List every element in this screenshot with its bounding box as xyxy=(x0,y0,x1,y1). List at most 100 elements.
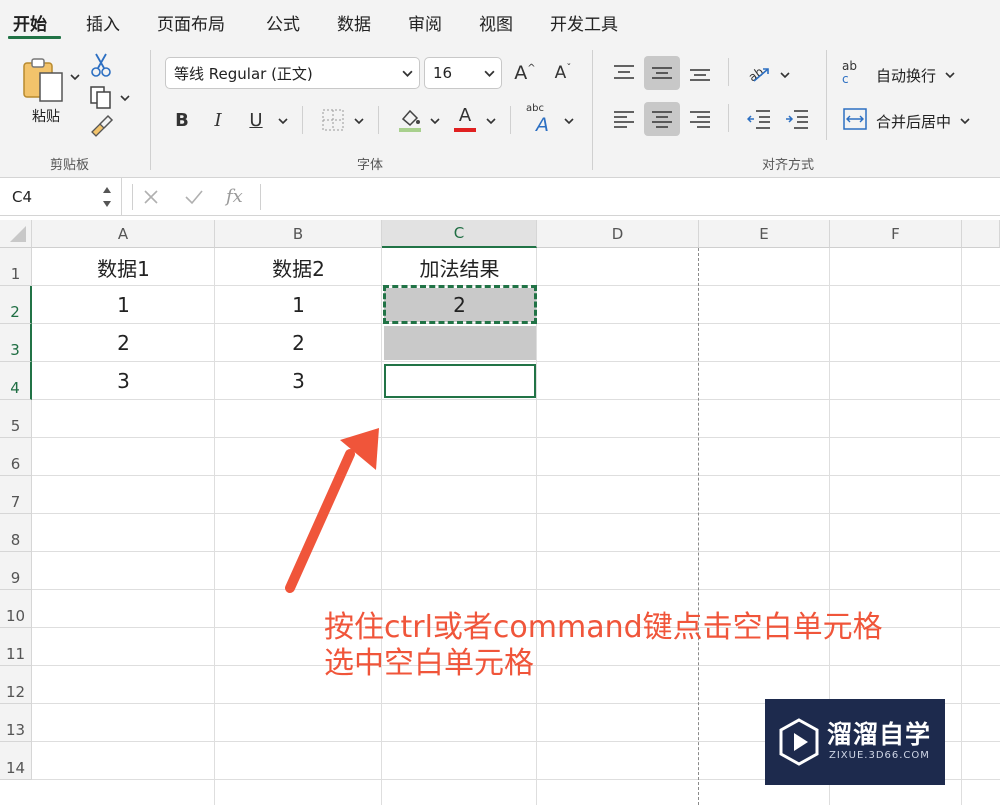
phonetic-guide-chevron-icon[interactable] xyxy=(564,116,574,126)
row-header-6[interactable]: 6 xyxy=(0,438,32,476)
row-header-12[interactable]: 12 xyxy=(0,666,32,704)
merge-center-icon[interactable] xyxy=(842,106,868,132)
cancel-icon[interactable] xyxy=(142,188,160,206)
align-bottom-icon[interactable] xyxy=(682,56,718,90)
paste-icon[interactable] xyxy=(18,54,68,106)
borders-icon[interactable] xyxy=(320,106,346,134)
paste-label[interactable]: 粘贴 xyxy=(32,106,60,126)
watermark: 溜溜自学 ZIXUE.3D66.COM xyxy=(765,699,945,785)
paste-options-chevron-icon[interactable] xyxy=(70,72,80,82)
font-color-swatch xyxy=(454,128,476,132)
increase-font-size-icon[interactable]: A ^ xyxy=(512,60,538,86)
cell-b4[interactable]: 3 xyxy=(215,362,382,400)
name-box-stepper-icon[interactable] xyxy=(100,182,114,212)
phonetic-guide-icon[interactable]: abc A xyxy=(526,102,556,136)
cell-a3[interactable]: 2 xyxy=(32,324,215,362)
merge-center-chevron-icon[interactable] xyxy=(960,116,970,126)
ribbon-separator xyxy=(132,184,133,210)
font-family-value: 等线 Regular (正文) xyxy=(174,64,313,83)
font-color-chevron-icon[interactable] xyxy=(486,116,496,126)
cell-c2[interactable]: 2 xyxy=(382,286,537,324)
font-color-icon[interactable]: A xyxy=(452,102,478,136)
copy-options-chevron-icon[interactable] xyxy=(120,93,130,103)
row-header-14[interactable]: 14 xyxy=(0,742,32,780)
column-header-e[interactable]: E xyxy=(699,220,830,248)
increase-indent-icon[interactable] xyxy=(780,102,814,136)
cell-a2[interactable]: 1 xyxy=(32,286,215,324)
font-size-select[interactable]: 16 xyxy=(424,57,502,89)
tab-developer[interactable]: 开发工具 xyxy=(550,10,618,35)
column-header-b[interactable]: B xyxy=(215,220,382,248)
row-header-11[interactable]: 11 xyxy=(0,628,32,666)
tab-data[interactable]: 数据 xyxy=(337,10,371,35)
tab-page-layout[interactable]: 页面布局 xyxy=(157,10,225,35)
selected-cell-fill-c3 xyxy=(384,326,536,360)
font-group-label: 字体 xyxy=(357,158,384,173)
row-header-7[interactable]: 7 xyxy=(0,476,32,514)
underline-button[interactable]: U xyxy=(244,106,268,134)
play-logo-icon xyxy=(779,718,819,766)
watermark-subtitle: ZIXUE.3D66.COM xyxy=(829,750,930,761)
ribbon: 粘贴 剪贴板 等线 Regular (正文) 16 A^ Aˇ B I U A xyxy=(0,42,1000,178)
page-break-line xyxy=(698,248,699,805)
fill-color-icon[interactable] xyxy=(396,104,424,134)
row-header-1[interactable]: 1 xyxy=(0,248,32,286)
fill-color-chevron-icon[interactable] xyxy=(430,116,440,126)
merge-center-button[interactable]: 合并后居中 xyxy=(876,111,951,132)
font-family-select[interactable]: 等线 Regular (正文) xyxy=(165,57,420,89)
row-gridline xyxy=(32,551,1000,552)
copy-icon[interactable] xyxy=(88,84,114,110)
select-all-corner[interactable] xyxy=(0,220,32,248)
wrap-text-icon[interactable]: ab c xyxy=(842,58,868,88)
wrap-text-chevron-icon[interactable] xyxy=(945,70,955,80)
column-header-c[interactable]: C xyxy=(382,220,537,248)
cell-a4[interactable]: 3 xyxy=(32,362,215,400)
insert-function-button[interactable]: fx xyxy=(226,186,243,207)
confirm-icon[interactable] xyxy=(184,188,204,206)
tab-view[interactable]: 视图 xyxy=(479,10,513,35)
row-header-13[interactable]: 13 xyxy=(0,704,32,742)
decrease-indent-icon[interactable] xyxy=(742,102,776,136)
decrease-font-size-icon[interactable]: Aˇ xyxy=(550,60,576,86)
text-orientation-chevron-icon[interactable] xyxy=(780,70,790,80)
row-header-4[interactable]: 4 xyxy=(0,362,32,400)
bold-button[interactable]: B xyxy=(170,106,194,134)
underline-options-chevron-icon[interactable] xyxy=(278,116,288,126)
cell-b3[interactable]: 2 xyxy=(215,324,382,362)
align-top-icon[interactable] xyxy=(606,56,642,90)
row-header-8[interactable]: 8 xyxy=(0,514,32,552)
cell-b2[interactable]: 1 xyxy=(215,286,382,324)
column-header-filler xyxy=(962,220,1000,248)
active-cell-c4[interactable] xyxy=(384,364,536,398)
align-center-icon[interactable] xyxy=(644,102,680,136)
chevron-down-icon xyxy=(402,70,413,77)
row-header-9[interactable]: 9 xyxy=(0,552,32,590)
cut-icon[interactable] xyxy=(90,52,112,78)
borders-chevron-icon[interactable] xyxy=(354,116,364,126)
row-header-2[interactable]: 2 xyxy=(0,286,32,324)
tab-formulas[interactable]: 公式 xyxy=(266,10,300,35)
align-left-icon[interactable] xyxy=(606,102,642,136)
italic-button[interactable]: I xyxy=(206,106,230,134)
tab-insert[interactable]: 插入 xyxy=(86,10,120,35)
row-gridline xyxy=(32,513,1000,514)
tab-review[interactable]: 审阅 xyxy=(408,10,442,35)
align-middle-icon[interactable] xyxy=(644,56,680,90)
row-header-3[interactable]: 3 xyxy=(0,324,32,362)
ribbon-separator xyxy=(378,106,379,134)
tab-home[interactable]: 开始 xyxy=(13,10,47,35)
wrap-text-button[interactable]: 自动换行 xyxy=(876,65,936,86)
format-painter-icon[interactable] xyxy=(88,114,114,138)
cell-a1[interactable]: 数据1 xyxy=(32,248,215,286)
text-orientation-icon[interactable]: ab xyxy=(742,56,776,90)
svg-text:ab: ab xyxy=(746,64,766,84)
cell-c1[interactable]: 加法结果 xyxy=(382,248,537,286)
align-right-icon[interactable] xyxy=(682,102,718,136)
column-header-a[interactable]: A xyxy=(32,220,215,248)
formula-bar: C4 fx xyxy=(0,178,1000,216)
row-header-5[interactable]: 5 xyxy=(0,400,32,438)
column-header-d[interactable]: D xyxy=(537,220,699,248)
row-header-10[interactable]: 10 xyxy=(0,590,32,628)
column-header-f[interactable]: F xyxy=(830,220,962,248)
cell-b1[interactable]: 数据2 xyxy=(215,248,382,286)
